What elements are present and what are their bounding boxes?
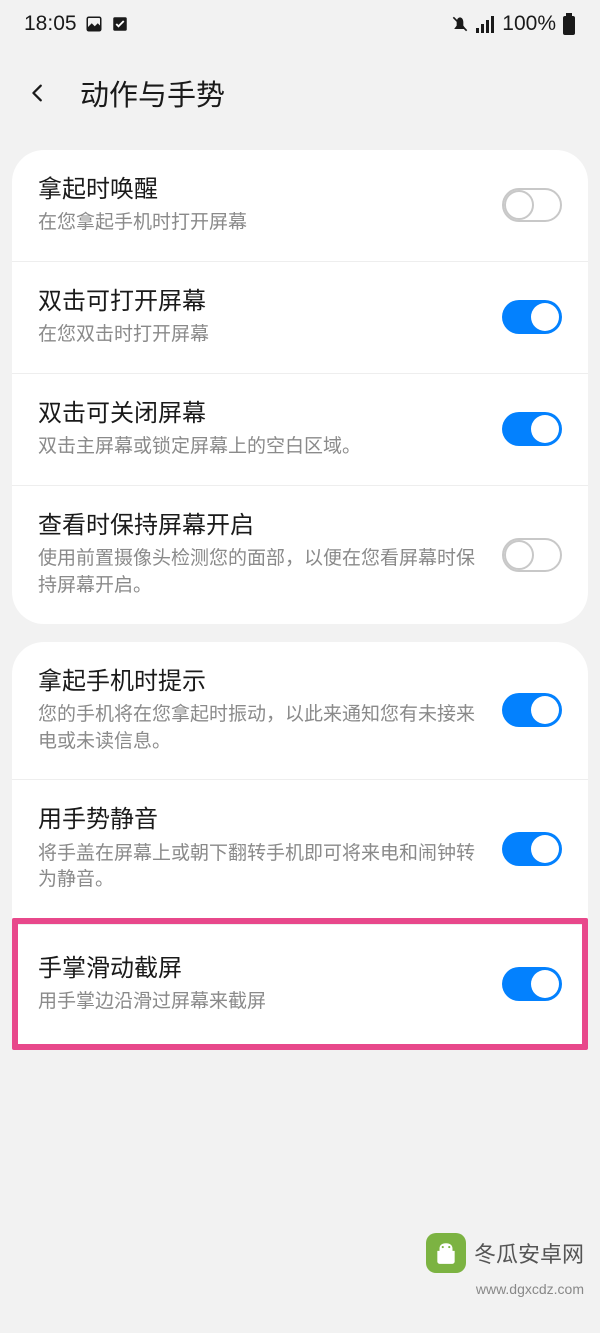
setting-text: 双击可打开屏幕 在您双击时打开屏幕 [38,286,502,349]
setting-text: 用手势静音 将手盖在屏幕上或朝下翻转手机即可将来电和闹钟转为静音。 [38,804,502,894]
setting-double-tap-on[interactable]: 双击可打开屏幕 在您双击时打开屏幕 [12,262,588,374]
watermark-url: www.dgxcdz.com [476,1281,584,1297]
setting-title: 用手势静音 [38,804,482,836]
setting-desc: 您的手机将在您拿起时振动，以此来通知您有未接来电或未读信息。 [38,702,482,755]
setting-lift-to-wake[interactable]: 拿起时唤醒 在您拿起手机时打开屏幕 [12,150,588,262]
watermark-brand: 冬瓜安卓网 [474,1237,584,1269]
toggle-palm-swipe-capture[interactable] [502,967,562,1001]
setting-desc: 使用前置摄像头检测您的面部，以便在您看屏幕时保持屏幕开启。 [38,546,482,599]
highlight-box: 手掌滑动截屏 用手掌边沿滑过屏幕来截屏 [12,918,588,1050]
mute-icon [450,14,470,34]
check-icon [111,15,129,33]
signal-icon [476,15,496,33]
status-time: 18:05 [24,12,77,36]
setting-desc: 在您双击时打开屏幕 [38,322,482,349]
page-title: 动作与手势 [80,72,225,114]
setting-title: 手掌滑动截屏 [38,953,482,985]
setting-keep-screen-on[interactable]: 查看时保持屏幕开启 使用前置摄像头检测您的面部，以便在您看屏幕时保持屏幕开启。 [12,486,588,624]
status-right: 100% [450,12,576,36]
setting-desc: 用手掌边沿滑过屏幕来截屏 [38,989,482,1016]
setting-text: 手掌滑动截屏 用手掌边沿滑过屏幕来截屏 [38,953,502,1016]
setting-text: 拿起手机时提示 您的手机将在您拿起时振动，以此来通知您有未接来电或未读信息。 [38,666,502,756]
setting-title: 双击可打开屏幕 [38,286,482,318]
watermark-badge-icon [426,1233,466,1273]
watermark: 冬瓜安卓网 [426,1233,584,1273]
battery-pct: 100% [502,12,556,36]
setting-text: 双击可关闭屏幕 双击主屏幕或锁定屏幕上的空白区域。 [38,398,502,461]
toggle-pickup-alert[interactable] [502,693,562,727]
toggle-lift-to-wake[interactable] [502,188,562,222]
image-icon [85,15,103,33]
setting-double-tap-off[interactable]: 双击可关闭屏幕 双击主屏幕或锁定屏幕上的空白区域。 [12,374,588,486]
setting-desc: 在您拿起手机时打开屏幕 [38,210,482,237]
setting-title: 查看时保持屏幕开启 [38,510,482,542]
setting-title: 拿起手机时提示 [38,666,482,698]
setting-title: 双击可关闭屏幕 [38,398,482,430]
toggle-keep-screen-on[interactable] [502,538,562,572]
setting-title: 拿起时唤醒 [38,174,482,206]
setting-gesture-mute[interactable]: 用手势静音 将手盖在屏幕上或朝下翻转手机即可将来电和闹钟转为静音。 [12,780,588,918]
toggle-double-tap-on[interactable] [502,300,562,334]
settings-group-1: 拿起时唤醒 在您拿起手机时打开屏幕 双击可打开屏幕 在您双击时打开屏幕 双击可关… [12,150,588,624]
toggle-gesture-mute[interactable] [502,832,562,866]
toggle-double-tap-off[interactable] [502,412,562,446]
page-header: 动作与手势 [0,48,600,150]
setting-text: 查看时保持屏幕开启 使用前置摄像头检测您的面部，以便在您看屏幕时保持屏幕开启。 [38,510,502,600]
status-bar: 18:05 100% [0,0,600,48]
setting-pickup-alert[interactable]: 拿起手机时提示 您的手机将在您拿起时振动，以此来通知您有未接来电或未读信息。 [12,642,588,781]
setting-text: 拿起时唤醒 在您拿起手机时打开屏幕 [38,174,502,237]
settings-group-2: 拿起手机时提示 您的手机将在您拿起时振动，以此来通知您有未接来电或未读信息。 用… [12,642,588,918]
setting-desc: 双击主屏幕或锁定屏幕上的空白区域。 [38,434,482,461]
battery-icon [562,13,576,35]
setting-palm-swipe-capture[interactable]: 手掌滑动截屏 用手掌边沿滑过屏幕来截屏 [18,924,582,1044]
status-left: 18:05 [24,12,129,36]
back-button[interactable] [24,79,52,107]
setting-desc: 将手盖在屏幕上或朝下翻转手机即可将来电和闹钟转为静音。 [38,841,482,894]
